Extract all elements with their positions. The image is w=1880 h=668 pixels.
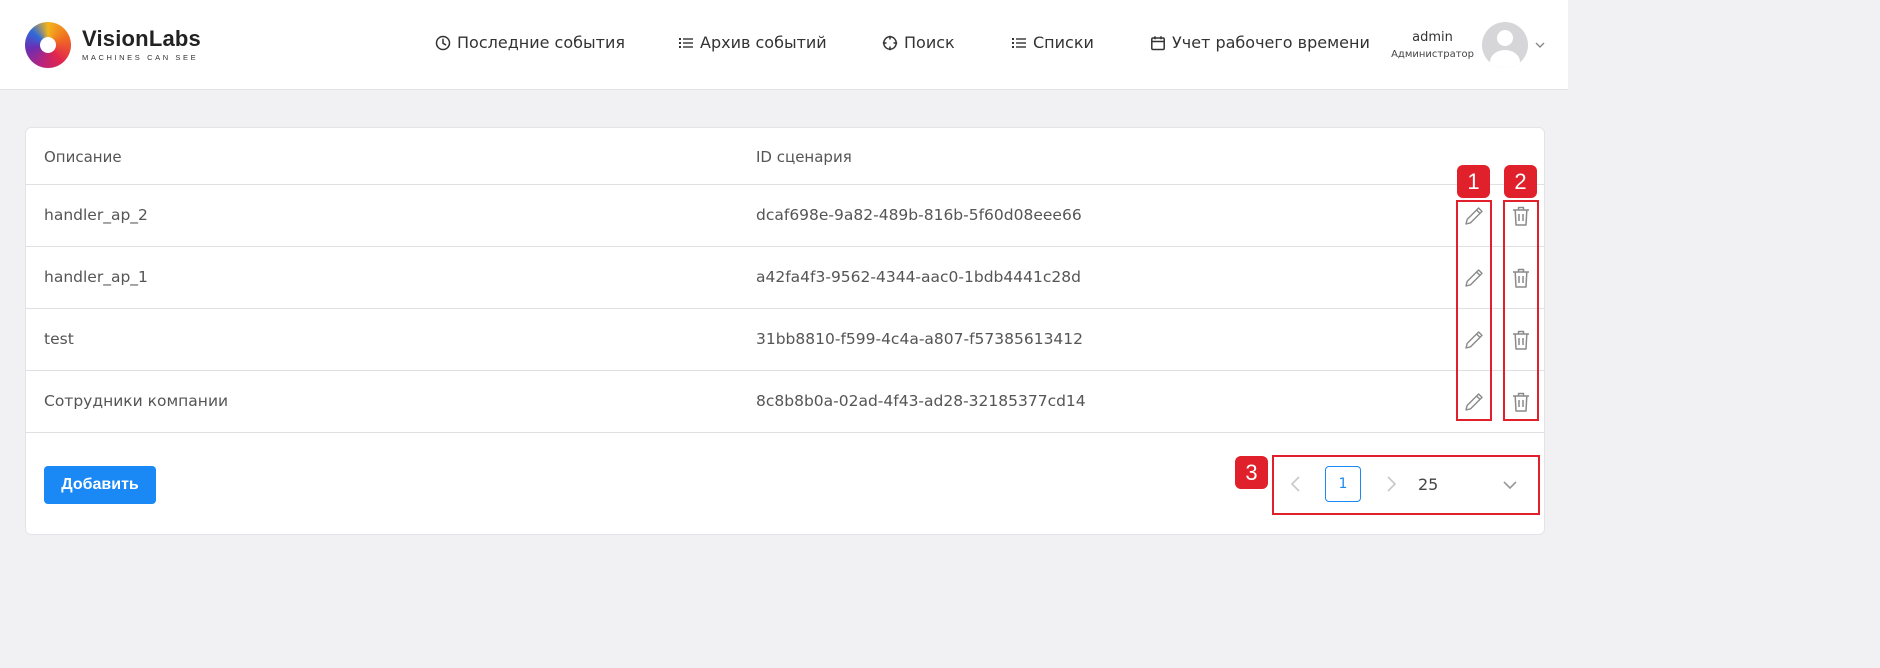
row-description: handler_ap_1 <box>44 268 148 286</box>
table-row: test 31bb8810-f599-4c4a-a807-f5738561341… <box>26 309 1544 371</box>
user-name: admin <box>1412 30 1453 45</box>
user-role: Администратор <box>1391 49 1474 60</box>
nav-item-label: Учет рабочего времени <box>1172 33 1370 52</box>
row-description: handler_ap_2 <box>44 206 148 224</box>
table-row: handler_ap_2 dcaf698e-9a82-489b-816b-5f6… <box>26 185 1544 247</box>
nav-item-events-archive[interactable]: Архив событий <box>678 33 827 52</box>
annotation-badge: 2 <box>1504 165 1537 198</box>
row-scenario-id: a42fa4f3-9562-4344-aac0-1bdb4441c28d <box>756 268 1081 286</box>
user-menu[interactable]: admin Администратор <box>1391 22 1546 68</box>
chevron-down-icon[interactable] <box>1534 39 1546 51</box>
row-scenario-id: 8c8b8b0a-02ad-4f43-ad28-32185377cd14 <box>756 392 1086 410</box>
row-description: Сотрудники компании <box>44 392 229 410</box>
row-scenario-id: 31bb8810-f599-4c4a-a807-f57385613412 <box>756 330 1084 348</box>
column-header-description: Описание <box>44 148 122 166</box>
calendar-icon <box>1151 35 1165 50</box>
add-button[interactable]: Добавить <box>44 466 156 504</box>
avatar[interactable] <box>1482 22 1528 68</box>
nav-item-lists[interactable]: Списки <box>1011 33 1094 52</box>
table-header: Описание ID сценария <box>26 128 1544 185</box>
annotation-badge: 3 <box>1235 456 1268 489</box>
nav-item-label: Поиск <box>904 33 955 52</box>
column-header-scenario-id: ID сценария <box>756 148 852 166</box>
clock-icon <box>435 35 451 50</box>
list-icon <box>1012 37 1026 48</box>
annotation-box-edit-column <box>1456 200 1492 421</box>
row-scenario-id: dcaf698e-9a82-489b-816b-5f60d08eee66 <box>756 206 1082 224</box>
nav-item-time-tracking[interactable]: Учет рабочего времени <box>1150 33 1370 52</box>
table-row: Сотрудники компании 8c8b8b0a-02ad-4f43-a… <box>26 371 1544 433</box>
nav-item-recent-events[interactable]: Последние события <box>435 33 625 52</box>
nav-item-label: Последние события <box>457 33 625 52</box>
nav-item-search[interactable]: Поиск <box>882 33 955 52</box>
table-row: handler_ap_1 a42fa4f3-9562-4344-aac0-1bd… <box>26 247 1544 309</box>
brand-name: VisionLabs <box>82 26 201 51</box>
nav-item-label: Списки <box>1033 33 1094 52</box>
annotation-badge: 1 <box>1457 165 1490 198</box>
brand-tagline: MACHINES CAN SEE <box>82 53 199 62</box>
top-header: VisionLabs MACHINES CAN SEE Последние со… <box>0 0 1568 90</box>
logo-ring-icon <box>25 22 71 68</box>
annotation-box-delete-column <box>1503 200 1539 421</box>
brand-logo[interactable]: VisionLabs MACHINES CAN SEE <box>25 22 201 68</box>
list-icon <box>679 37 693 48</box>
crosshair-icon <box>882 35 898 50</box>
row-description: test <box>44 330 74 348</box>
nav-item-label: Архив событий <box>700 33 827 52</box>
annotation-box-pagination <box>1272 455 1540 515</box>
